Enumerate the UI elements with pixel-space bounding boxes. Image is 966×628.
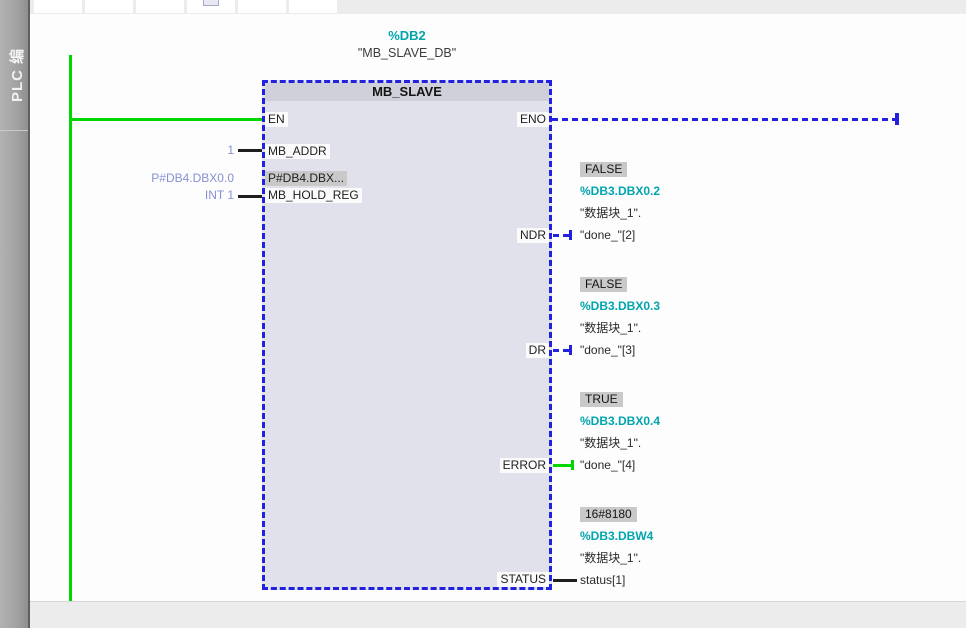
monitor-value-row: FALSE [580,273,780,295]
pin-dr: DR [526,343,549,358]
ndr-operand-db-name: "数据块_1". [580,202,780,224]
instance-db-address[interactable]: %DB2 [262,28,552,43]
dr-wire-tick [569,345,572,355]
mb-hold-reg-monitor-value: P#DB4.DBX... [265,171,347,186]
dr-operand-address: %DB3.DBX0.3 [580,295,780,317]
dr-operand-db-name: "数据块_1". [580,317,780,339]
status-operand-group[interactable]: 16#8180 %DB3.DBW4 "数据块_1". status[1] [580,503,780,591]
dr-operand-group[interactable]: FALSE %DB3.DBX0.3 "数据块_1". "done_"[3] [580,273,780,361]
toolbar-cell[interactable] [187,0,235,13]
toolbar-cell[interactable] [238,0,286,13]
ndr-operand-member: "done_"[2] [580,224,780,246]
dr-operand-member: "done_"[3] [580,339,780,361]
fbd-editor: PLC 编 %DB2 "MB_SLAVE_DB" MB_SLAVE EN ENO… [0,0,966,628]
monitor-value-row: TRUE [580,388,780,410]
error-wire-tick [571,460,574,470]
ndr-operand-group[interactable]: FALSE %DB3.DBX0.2 "数据块_1". "done_"[2] [580,158,780,246]
status-operand-address: %DB3.DBW4 [580,525,780,547]
error-operand-db-name: "数据块_1". [580,432,780,454]
mb-hold-reg-operand-address[interactable]: P#DB4.DBX0.0 [110,171,234,186]
pin-error: ERROR [500,458,549,473]
mb-hold-reg-wire [238,195,262,198]
plc-side-tab[interactable]: PLC 编 [6,48,27,102]
status-operand-db-name: "数据块_1". [580,547,780,569]
error-operand-group[interactable]: TRUE %DB3.DBX0.4 "数据块_1". "done_"[4] [580,388,780,476]
power-rail [69,55,72,601]
toolbar-cell[interactable] [289,0,337,13]
error-monitor-value: TRUE [580,392,623,407]
status-operand-member: status[1] [580,569,780,591]
instance-db-name[interactable]: "MB_SLAVE_DB" [262,46,552,60]
en-wire [69,118,262,121]
eno-wire [552,118,895,121]
status-monitor-value: 16#8180 [580,507,637,522]
ndr-wire-tick [569,230,572,240]
pin-en: EN [265,112,288,127]
error-operand-member: "done_"[4] [580,454,780,476]
monitor-value-row: FALSE [580,158,780,180]
ndr-monitor-value: FALSE [580,162,627,177]
mb-hold-reg-operand-type[interactable]: INT 1 [110,188,234,203]
bottom-strip [28,601,966,628]
pin-status: STATUS [497,572,549,587]
status-wire [553,579,577,582]
ndr-operand-address: %DB3.DBX0.2 [580,180,780,202]
mb-addr-wire [238,149,262,152]
error-operand-address: %DB3.DBX0.4 [580,410,780,432]
toolbar-cell[interactable] [34,0,82,13]
monitor-value-row: 16#8180 [580,503,780,525]
pin-mb-hold-reg: MB_HOLD_REG [265,188,362,203]
pin-mb-addr: MB_ADDR [265,144,330,159]
toolbar-partial-icon [203,0,219,6]
dr-monitor-value: FALSE [580,277,627,292]
mb-slave-block[interactable]: MB_SLAVE EN ENO MB_ADDR P#DB4.DBX... MB_… [262,80,552,590]
eno-terminal-tick [895,113,899,125]
mb-addr-operand[interactable]: 1 [110,143,234,158]
pin-ndr: NDR [517,228,549,243]
pin-eno: ENO [517,112,549,127]
toolbar-cell[interactable] [85,0,133,13]
error-wire [553,464,573,467]
block-title: MB_SLAVE [265,83,549,101]
toolbar-cell[interactable] [136,0,184,13]
tab-divider [0,130,28,131]
left-tab-strip: PLC 编 [0,0,30,628]
top-toolbar [28,0,966,14]
